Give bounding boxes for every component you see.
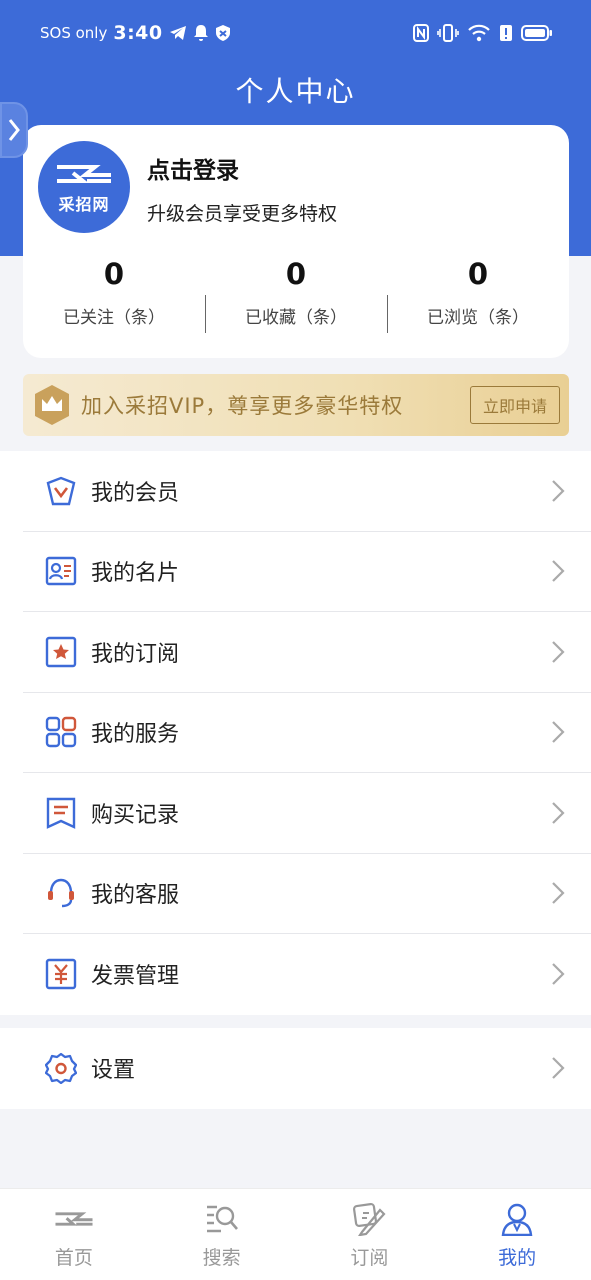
apply-vip-button[interactable]: 立即申请 [469,386,560,424]
chevron-right-icon [552,560,565,583]
carrier-text: SOS only [40,24,108,42]
wifi-icon [467,24,491,42]
tab-label: 我的 [498,1247,537,1269]
alert-icon [499,24,513,42]
telegram-icon [169,25,187,41]
card-icon [45,555,77,587]
logo-icon [57,165,111,183]
login-title[interactable]: 点击登录 [147,151,239,185]
login-subtitle: 升级会员享受更多特权 [147,203,338,225]
menu-list: 我的会员 我的名片 我的订阅 我的服务 购买记录 我的客服 发票管理 [0,451,591,1015]
status-time: 3:40 [113,22,163,44]
subscribe-icon [45,636,77,668]
chevron-right-icon [552,801,565,824]
chevron-right-icon [552,640,565,663]
stat-label: 已关注（条） [63,308,165,328]
gear-icon [45,1052,77,1085]
status-bar: SOS only 3:40 [0,0,591,66]
nfc-icon [413,24,429,42]
customer-service-icon [45,877,77,909]
member-icon [45,475,77,507]
profile-icon [497,1201,537,1237]
crown-icon [35,385,69,425]
menu-label: 购买记录 [91,802,180,828]
stat-favorites[interactable]: 0 已收藏（条） [205,257,387,337]
menu-item-member[interactable]: 我的会员 [23,451,591,532]
menu-item-service[interactable]: 我的服务 [23,693,591,773]
battery-icon [521,24,553,42]
chevron-right-icon [552,1057,565,1080]
avatar-logo-text: 采招网 [58,195,110,214]
shield-icon [215,24,231,42]
stat-browsed[interactable]: 0 已浏览（条） [387,257,569,337]
bottom-tab-bar: 首页 搜索 订阅 我的 [0,1188,591,1280]
vibrate-icon [437,24,459,42]
menu-label: 我的名片 [91,561,180,587]
stat-value: 0 [467,257,489,291]
chevron-right-icon [552,882,565,905]
service-icon [45,716,77,748]
chevron-right-icon [8,119,20,141]
stat-label: 已浏览（条） [427,308,529,328]
menu-label: 我的服务 [91,722,180,748]
tab-search[interactable]: 搜索 [148,1189,296,1280]
menu-item-customer-service[interactable]: 我的客服 [23,854,591,934]
subscribe-tab-icon [349,1201,389,1237]
profile-card: 采招网 点击登录 升级会员享受更多特权 0 已关注（条） 0 已收藏（条） 0 … [23,125,569,358]
invoice-icon [45,958,77,990]
menu-label: 设置 [91,1058,136,1084]
bell-icon [193,24,209,42]
chevron-right-icon [552,721,565,744]
tab-subscribe[interactable]: 订阅 [296,1189,444,1280]
settings-group: 设置 [0,1028,591,1109]
avatar[interactable]: 采招网 [38,141,130,233]
stats-row: 0 已关注（条） 0 已收藏（条） 0 已浏览（条） [23,257,569,337]
stat-value: 0 [103,257,125,291]
search-icon [202,1201,242,1237]
home-icon [54,1201,94,1237]
menu-item-purchase-record[interactable]: 购买记录 [23,773,591,854]
stat-following[interactable]: 0 已关注（条） [23,257,205,337]
tab-profile[interactable]: 我的 [443,1189,591,1280]
tab-label: 订阅 [350,1247,389,1269]
purchase-record-icon [45,797,77,829]
stat-label: 已收藏（条） [245,308,347,328]
page-title: 个人中心 [235,75,356,108]
menu-item-subscribe[interactable]: 我的订阅 [23,612,591,693]
chevron-right-icon [552,963,565,986]
stat-value: 0 [285,257,307,291]
menu-label: 我的会员 [91,480,180,506]
tab-label: 首页 [54,1247,93,1269]
menu-item-card[interactable]: 我的名片 [23,532,591,612]
vip-banner-text: 加入采招VIP，尊享更多豪华特权 [81,394,404,418]
menu-label: 发票管理 [91,964,180,990]
side-drawer-handle[interactable] [0,102,28,158]
menu-label: 我的订阅 [91,641,180,667]
menu-label: 我的客服 [91,883,180,909]
tab-home[interactable]: 首页 [0,1189,148,1280]
menu-item-invoice[interactable]: 发票管理 [23,934,591,1015]
chevron-right-icon [552,479,565,502]
tab-label: 搜索 [202,1247,241,1269]
menu-item-settings[interactable]: 设置 [23,1028,591,1109]
vip-banner[interactable]: 加入采招VIP，尊享更多豪华特权 立即申请 [23,374,569,436]
